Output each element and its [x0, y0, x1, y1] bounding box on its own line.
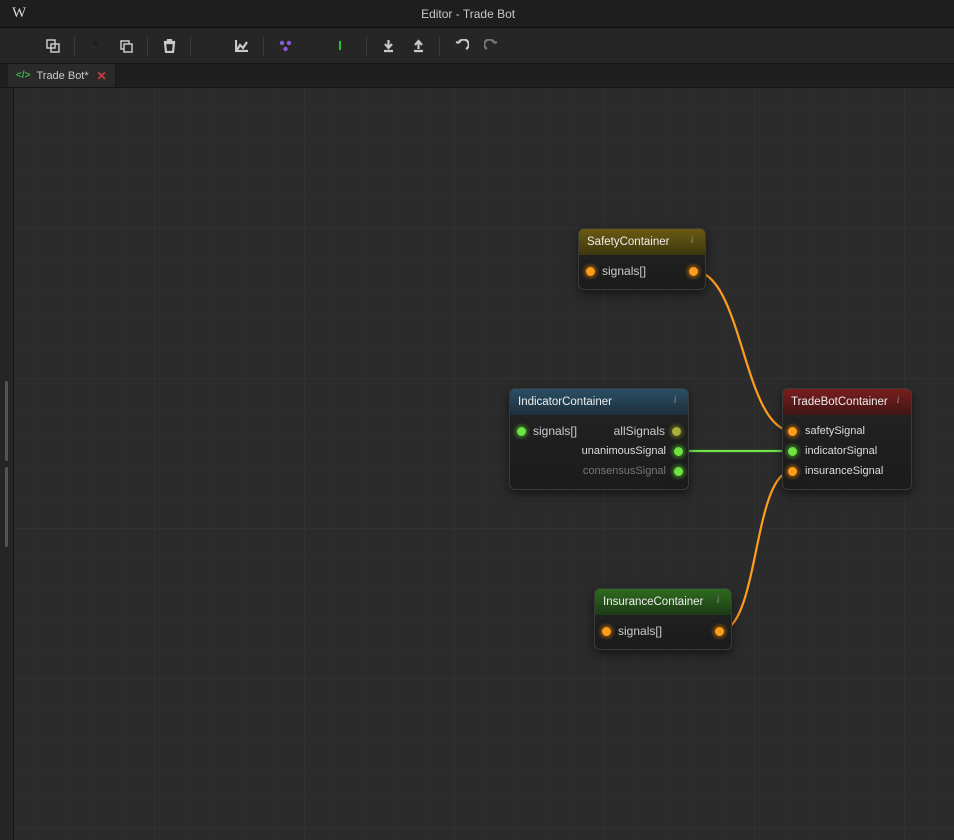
tabbar: </> Trade Bot* ✕: [0, 64, 954, 88]
port-label: consensusSignal: [583, 465, 666, 477]
port-label: unanimousSignal: [582, 445, 666, 457]
info-icon[interactable]: i: [685, 233, 699, 247]
script-icon: </>: [16, 70, 30, 81]
upload-button[interactable]: [403, 32, 433, 60]
toolbar-separator: [147, 36, 148, 56]
duplicate-icon: [119, 39, 133, 53]
upload-icon: [412, 39, 425, 53]
undo-button[interactable]: [446, 32, 476, 60]
node-title: IndicatorContainer: [518, 396, 612, 408]
workspace: SafetyContainer i signals[] IndicatorCon…: [0, 88, 954, 840]
drag-handle[interactable]: [5, 381, 8, 461]
save-button[interactable]: [81, 32, 111, 60]
app-logo: W: [8, 5, 30, 22]
info-icon[interactable]: i: [711, 593, 725, 607]
node-indicator-container[interactable]: IndicatorContainer i signals[] allSignal…: [509, 388, 689, 490]
port-out-allsignals[interactable]: [671, 426, 682, 437]
toolbar: [0, 28, 954, 64]
port-label: insuranceSignal: [805, 465, 883, 477]
node-safety-container[interactable]: SafetyContainer i signals[]: [578, 228, 706, 290]
port-in-insurance[interactable]: [787, 466, 798, 477]
port-in-signals[interactable]: [585, 266, 596, 277]
chart-icon: [235, 39, 249, 52]
file-icon: [206, 39, 218, 53]
node-header[interactable]: IndicatorContainer i: [510, 389, 688, 415]
info-icon[interactable]: i: [668, 393, 682, 407]
chart-button[interactable]: [227, 32, 257, 60]
folder-icon: [16, 39, 31, 52]
delete-button[interactable]: [154, 32, 184, 60]
left-gutter[interactable]: [0, 88, 14, 840]
port-label: signals[]: [602, 264, 646, 278]
download-icon: [382, 39, 395, 53]
copy-icon: [46, 39, 60, 53]
trash-icon: [163, 39, 176, 53]
info-icon[interactable]: i: [891, 393, 905, 407]
new-button[interactable]: [197, 32, 227, 60]
rewind-icon: [338, 39, 353, 52]
tab-label: Trade Bot*: [36, 70, 88, 82]
cluster-icon: [278, 39, 293, 53]
open-button[interactable]: [8, 32, 38, 60]
port-label: indicatorSignal: [805, 445, 877, 457]
port-label: allSignals: [614, 424, 665, 438]
redo-icon: [484, 39, 499, 52]
drag-handle[interactable]: [5, 467, 8, 547]
node-header[interactable]: InsuranceContainer i: [595, 589, 731, 615]
toolbar-separator: [366, 36, 367, 56]
port-label: safetySignal: [805, 425, 865, 437]
titlebar: W Editor - Trade Bot: [0, 0, 954, 28]
copy-button[interactable]: [38, 32, 68, 60]
port-out[interactable]: [714, 626, 725, 637]
node-title: TradeBotContainer: [791, 396, 888, 408]
redo-button[interactable]: [476, 32, 506, 60]
port-in-signals[interactable]: [516, 426, 527, 437]
toolbar-separator: [74, 36, 75, 56]
port-out[interactable]: [688, 266, 699, 277]
node-insurance-container[interactable]: InsuranceContainer i signals[]: [594, 588, 732, 650]
port-in-indicator[interactable]: [787, 446, 798, 457]
node-header[interactable]: SafetyContainer i: [579, 229, 705, 255]
port-in-safety[interactable]: [787, 426, 798, 437]
play-icon: [309, 39, 322, 53]
download-button[interactable]: [373, 32, 403, 60]
toolbar-separator: [439, 36, 440, 56]
window-title: Editor - Trade Bot: [30, 7, 946, 21]
node-header[interactable]: TradeBotContainer i: [783, 389, 911, 415]
node-canvas[interactable]: SafetyContainer i signals[] IndicatorCon…: [14, 88, 954, 840]
toolbar-separator: [190, 36, 191, 56]
undo-icon: [454, 39, 469, 52]
port-out-unanimous[interactable]: [673, 446, 684, 457]
node-tradebot-container[interactable]: TradeBotContainer i safetySignal indicat…: [782, 388, 912, 490]
port-out-consensus[interactable]: [673, 466, 684, 477]
rewind-button[interactable]: [330, 32, 360, 60]
tab-trade-bot[interactable]: </> Trade Bot* ✕: [8, 64, 116, 87]
run-button[interactable]: [300, 32, 330, 60]
duplicate-button[interactable]: [111, 32, 141, 60]
node-title: InsuranceContainer: [603, 596, 703, 608]
close-icon[interactable]: ✕: [97, 69, 107, 83]
port-label: signals[]: [618, 624, 662, 638]
port-in-signals[interactable]: [601, 626, 612, 637]
save-icon: [89, 39, 103, 53]
toolbar-separator: [263, 36, 264, 56]
node-title: SafetyContainer: [587, 236, 669, 248]
cluster-button[interactable]: [270, 32, 300, 60]
port-label: signals[]: [533, 424, 577, 438]
